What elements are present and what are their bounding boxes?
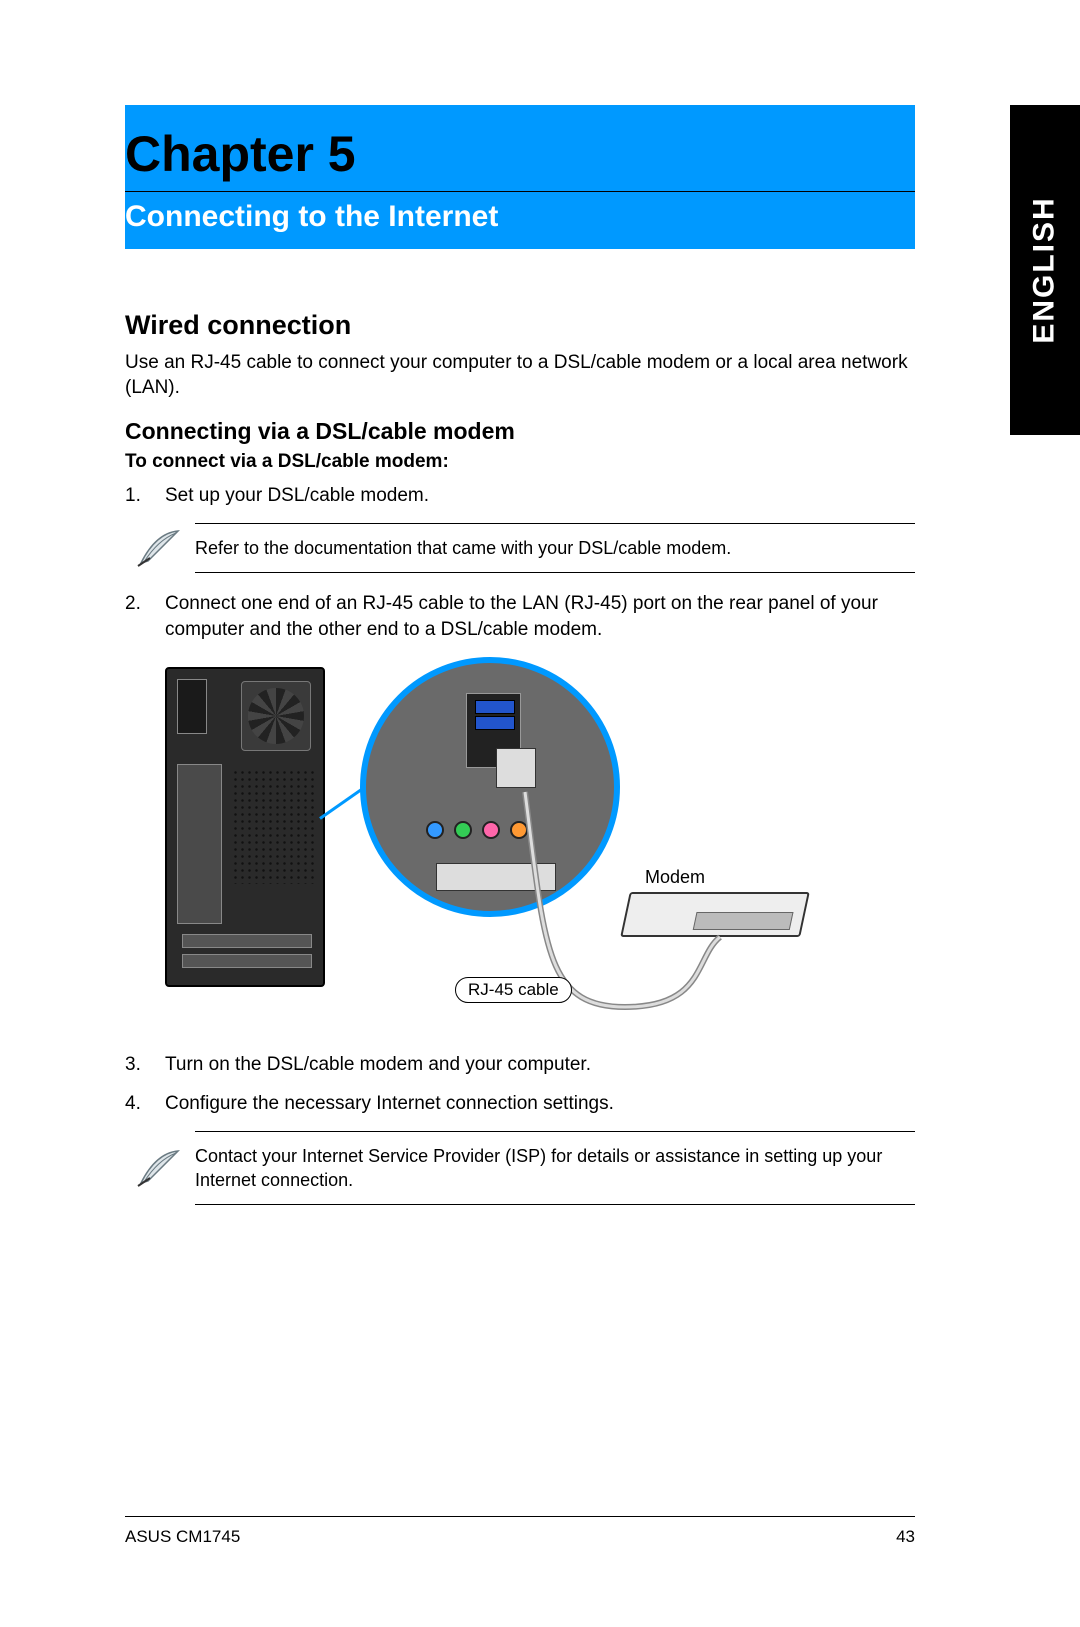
step-text: Turn on the DSL/cable modem and your com… xyxy=(165,1052,915,1078)
feather-pen-icon xyxy=(125,1148,195,1188)
chapter-title: Chapter 5 xyxy=(125,105,915,192)
language-tab-label: ENGLISH xyxy=(1028,196,1062,343)
step-1: 1. Set up your DSL/cable modem. xyxy=(125,483,915,509)
step-text: Set up your DSL/cable modem. xyxy=(165,483,915,509)
step-3: 3. Turn on the DSL/cable modem and your … xyxy=(125,1052,915,1078)
chapter-header: Chapter 5 Connecting to the Internet xyxy=(125,105,915,249)
step-number: 2. xyxy=(125,591,165,642)
chapter-subtitle: Connecting to the Internet xyxy=(125,200,915,249)
pc-rear-panel-icon xyxy=(165,667,325,987)
step-number: 4. xyxy=(125,1091,165,1117)
connection-diagram: Modem RJ-45 cable xyxy=(125,657,915,1027)
note-1: Refer to the documentation that came wit… xyxy=(125,523,915,573)
footer-product: ASUS CM1745 xyxy=(125,1527,240,1547)
diagram-label-rj45: RJ-45 cable xyxy=(455,977,572,1003)
note-text: Contact your Internet Service Provider (… xyxy=(195,1131,915,1206)
step-number: 3. xyxy=(125,1052,165,1078)
zoom-lan-port-icon xyxy=(360,657,620,917)
modem-icon xyxy=(620,892,810,937)
note-2: Contact your Internet Service Provider (… xyxy=(125,1131,915,1206)
page-footer: ASUS CM1745 43 xyxy=(125,1516,915,1547)
section-heading-dsl: Connecting via a DSL/cable modem xyxy=(125,418,915,445)
note-text: Refer to the documentation that came wit… xyxy=(195,523,915,573)
section-subheading-dsl: To connect via a DSL/cable modem: xyxy=(125,451,915,473)
intro-paragraph: Use an RJ-45 cable to connect your compu… xyxy=(125,351,915,400)
feather-pen-icon xyxy=(125,528,195,568)
page-content: Wired connection Use an RJ-45 cable to c… xyxy=(125,285,915,1223)
step-2: 2. Connect one end of an RJ-45 cable to … xyxy=(125,591,915,642)
language-tab: ENGLISH xyxy=(1010,105,1080,435)
step-text: Configure the necessary Internet connect… xyxy=(165,1091,915,1117)
diagram-label-modem: Modem xyxy=(645,867,705,888)
step-4: 4. Configure the necessary Internet conn… xyxy=(125,1091,915,1117)
step-number: 1. xyxy=(125,483,165,509)
footer-page-number: 43 xyxy=(896,1527,915,1547)
section-heading-wired: Wired connection xyxy=(125,310,915,341)
step-text: Connect one end of an RJ-45 cable to the… xyxy=(165,591,915,642)
